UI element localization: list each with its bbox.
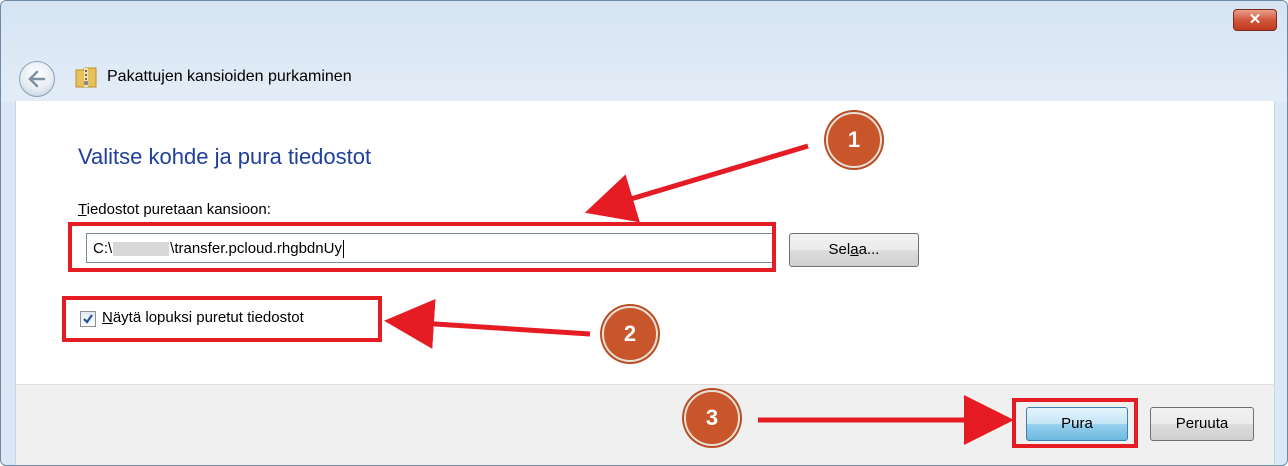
back-arrow-icon — [28, 70, 46, 88]
extract-button[interactable]: Pura — [1026, 407, 1128, 441]
close-button[interactable]: ✕ — [1233, 9, 1277, 31]
show-files-checkbox[interactable] — [80, 311, 96, 327]
redacted-path-segment — [113, 242, 170, 257]
zip-folder-icon — [75, 67, 97, 88]
page-heading: Valitse kohde ja pura tiedostot — [78, 144, 372, 169]
back-button[interactable] — [19, 61, 55, 97]
wizard-footer: Pura Peruuta — [15, 384, 1275, 465]
title-bar: ✕ Pakattujen kansioiden purkaminen — [1, 1, 1287, 101]
path-suffix: \transfer.pcloud.rhgbdnUy — [170, 240, 342, 257]
browse-label-a: Sel — [828, 241, 851, 258]
checkbox-label-text: äytä lopuksi puretut tiedostot — [112, 309, 304, 326]
cancel-button[interactable]: Peruuta — [1150, 407, 1254, 441]
window-title: Pakattujen kansioiden purkaminen — [107, 68, 352, 85]
browse-label-accesskey: a — [850, 241, 859, 258]
destination-label: Tiedostot puretaan kansioon: — [78, 201, 271, 218]
step-badge-3: 3 — [684, 390, 740, 446]
checkbox-label-accesskey: N — [102, 309, 113, 326]
destination-label-text: iedostot puretaan kansioon: — [86, 201, 271, 218]
path-prefix: C:\ — [93, 240, 113, 257]
extract-wizard-window: ✕ Pakattujen kansioiden purkaminen Valit… — [0, 0, 1288, 466]
step-badge-1: 1 — [826, 112, 882, 168]
show-files-checkbox-label: Näytä lopuksi puretut tiedostot — [102, 309, 304, 326]
step-badge-2: 2 — [602, 306, 658, 362]
text-caret — [342, 240, 344, 259]
browse-label-c: a... — [858, 241, 880, 258]
destination-label-accesskey: T — [78, 201, 87, 218]
browse-button[interactable]: Selaa... — [789, 233, 919, 267]
destination-path-input[interactable]: C:\ \transfer.pcloud.rhgbdnUy — [86, 233, 776, 263]
checkmark-icon — [83, 314, 93, 324]
